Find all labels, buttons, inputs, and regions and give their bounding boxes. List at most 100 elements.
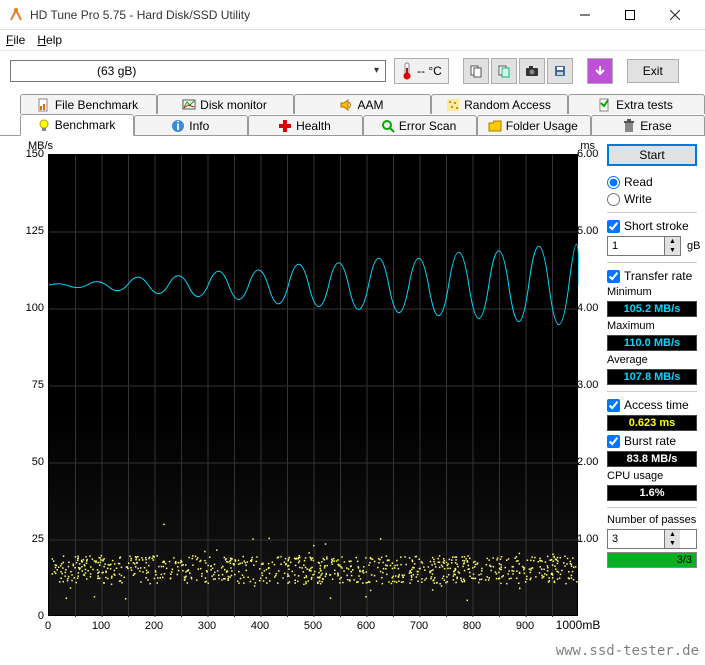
burst-rate-value: 83.8 MB/s [607,451,697,467]
tab-label: File Benchmark [55,98,138,112]
chevron-down-icon: ▾ [374,65,379,76]
ytick-right: 6.00 [577,148,605,160]
info-icon: i [171,119,185,133]
minimum-label: Minimum [607,286,697,298]
xtick: 500 [304,620,322,632]
start-button[interactable]: Start [607,144,697,166]
menu-help[interactable]: Help [37,33,62,47]
ytick-left: 125 [18,225,44,237]
tab-random-access[interactable]: Random Access [431,94,568,114]
passes-spinner[interactable]: ▲▼ [607,529,697,549]
ytick-right: 2.00 [577,456,605,468]
ytick-left: 75 [18,379,44,391]
temperature-value: -- °C [417,64,442,78]
burst-rate-label: Burst rate [624,434,676,448]
tab-label: Disk monitor [200,98,267,112]
drive-select[interactable]: (63 gB) ▾ [10,60,386,82]
xtick: 400 [251,620,269,632]
minimum-value: 105.2 MB/s [607,301,697,317]
tab-folder-usage[interactable]: Folder Usage [477,115,591,135]
read-radio[interactable] [607,176,620,189]
short-stroke-input[interactable] [608,237,664,255]
minimize-button[interactable] [562,1,607,29]
tab-extra-tests[interactable]: Extra tests [568,94,705,114]
tab-erase[interactable]: Erase [591,115,705,135]
results-panel: Start Read Write Short stroke ▲▼ gB Tran… [607,144,697,644]
folder-icon [488,119,502,133]
tab-file-benchmark[interactable]: File Benchmark [20,94,157,114]
speaker-icon [339,98,353,112]
exit-button[interactable]: Exit [627,59,679,83]
check-short-stroke[interactable]: Short stroke [607,219,697,233]
thermometer-icon [401,62,413,80]
xtick: 900 [516,620,534,632]
cpu-usage-value: 1.6% [607,485,697,501]
tab-label: AAM [357,98,383,112]
maximize-button[interactable] [607,1,652,29]
save-button[interactable] [547,58,573,84]
xtick: 1000mB [556,618,601,632]
xtick: 200 [145,620,163,632]
spin-down[interactable]: ▼ [665,246,680,255]
progress-bar: 3/3 [607,552,697,568]
disk-monitor-icon [182,98,196,112]
spin-down[interactable]: ▼ [665,539,680,548]
tab-info[interactable]: i Info [134,115,248,135]
radio-write[interactable]: Write [607,192,697,206]
write-label: Write [624,192,652,206]
main-content: MB/s ms 150 125 100 75 50 25 0 6.00 5. [0,136,705,644]
tab-row-upper: File Benchmark Disk monitor AAM Random A… [0,92,705,114]
close-button[interactable] [652,1,697,29]
short-stroke-spinner[interactable]: ▲▼ [607,236,681,256]
write-radio[interactable] [607,193,620,206]
progress-text: 3/3 [677,554,692,566]
toolbar: (63 gB) ▾ -- °C Exit [0,50,705,90]
separator [607,507,697,508]
burst-rate-checkbox[interactable] [607,435,620,448]
menu-file[interactable]: File [6,33,25,47]
check-burst-rate[interactable]: Burst rate [607,434,697,448]
tab-label: Folder Usage [506,119,578,133]
short-stroke-label: Short stroke [624,219,689,233]
tab-health[interactable]: Health [248,115,362,135]
tab-disk-monitor[interactable]: Disk monitor [157,94,294,114]
xtick: 800 [463,620,481,632]
short-stroke-checkbox[interactable] [607,220,620,233]
tab-label: Erase [640,119,671,133]
transfer-rate-checkbox[interactable] [607,270,620,283]
ytick-right: 5.00 [577,225,605,237]
radio-read[interactable]: Read [607,175,697,189]
xtick: 0 [45,620,51,632]
exit-label: Exit [643,64,663,78]
ytick-left: 0 [18,610,44,622]
tab-label: Health [296,119,331,133]
tab-benchmark[interactable]: Benchmark [20,114,134,136]
spin-up[interactable]: ▲ [665,237,680,246]
copy-screenshot-button[interactable] [491,58,517,84]
average-value: 107.8 MB/s [607,369,697,385]
tab-error-scan[interactable]: Error Scan [363,115,477,135]
access-time-value: 0.623 ms [607,415,697,431]
maximum-value: 110.0 MB/s [607,335,697,351]
copy-info-button[interactable] [463,58,489,84]
start-label: Start [639,148,664,162]
ytick-right: 3.00 [577,379,605,391]
xtick: 300 [198,620,216,632]
tab-row-lower: Benchmark i Info Health Error Scan Folder… [0,114,705,136]
tab-label: Info [189,119,209,133]
check-access-time[interactable]: Access time [607,398,697,412]
read-label: Read [624,175,653,189]
tab-aam[interactable]: AAM [294,94,431,114]
screenshot-button[interactable] [519,58,545,84]
toolbar-buttons-2 [587,58,613,84]
spin-up[interactable]: ▲ [665,530,680,539]
cpu-usage-label: CPU usage [607,470,697,482]
check-transfer-rate[interactable]: Transfer rate [607,269,697,283]
options-button[interactable] [587,58,613,84]
ytick-left: 25 [18,533,44,545]
menubar: File Help [0,30,705,50]
separator [607,391,697,392]
access-time-checkbox[interactable] [607,399,620,412]
passes-input[interactable] [608,530,664,548]
svg-text:i: i [177,119,180,133]
